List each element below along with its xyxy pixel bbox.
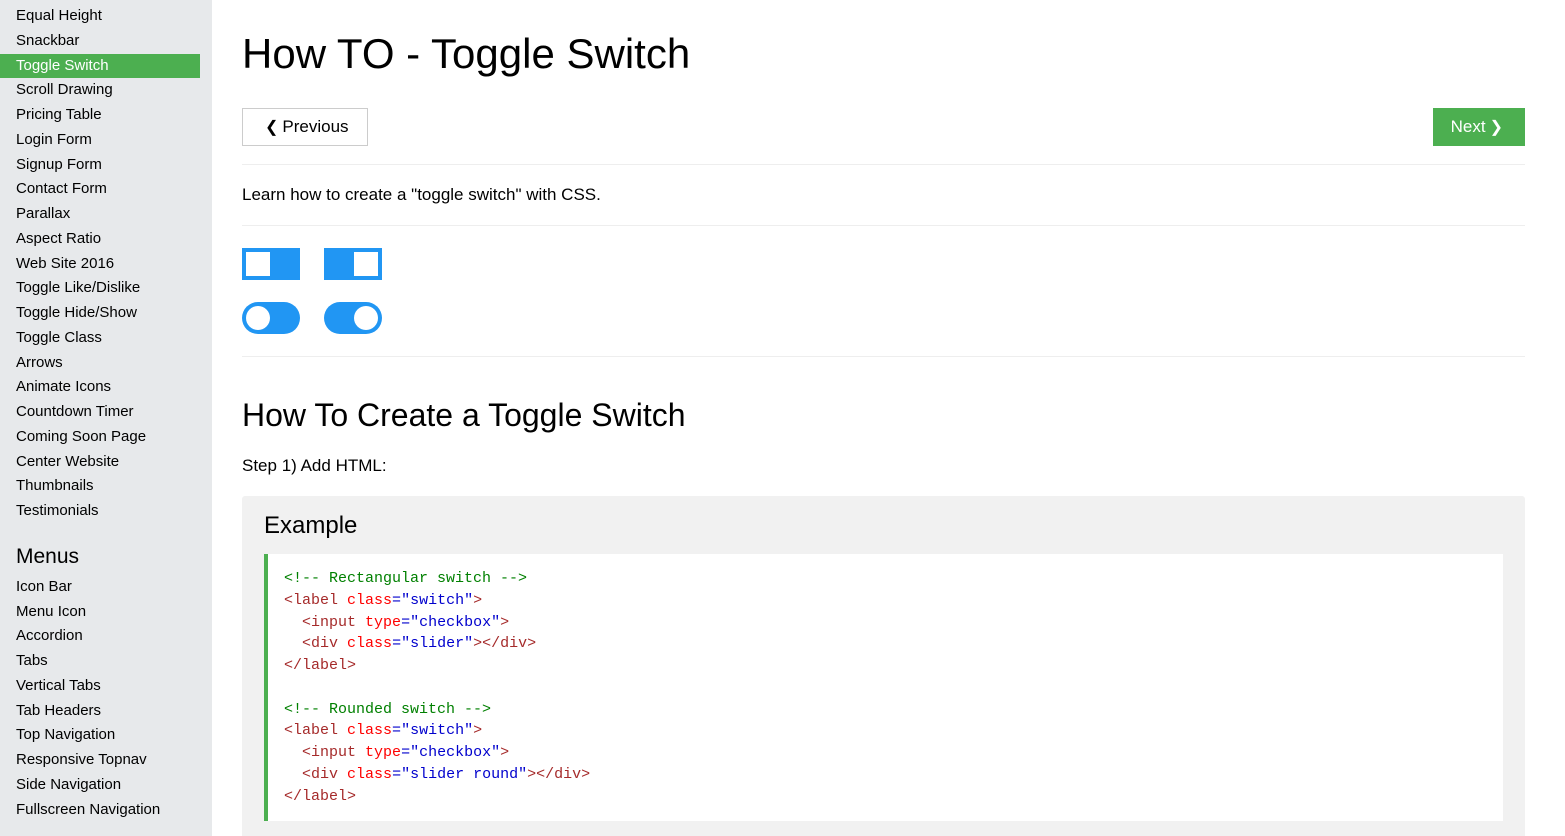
sidebar-item[interactable]: Toggle Class [0,326,212,351]
chevron-right-icon: ❯ [1486,117,1507,137]
sidebar-item[interactable]: Web Site 2016 [0,252,212,277]
separator [242,164,1525,165]
sidebar-item[interactable]: Toggle Hide/Show [0,301,212,326]
sidebar-item[interactable]: Center Website [0,450,212,475]
sidebar-item[interactable]: Fullscreen Navigation [0,798,212,823]
slider [242,302,300,334]
sidebar-item[interactable]: Signup Form [0,153,212,178]
toggle-switch-square-off[interactable] [242,248,300,280]
sidebar-item[interactable]: Tab Headers [0,699,212,724]
separator [242,225,1525,226]
next-button[interactable]: Next ❯ [1433,108,1525,146]
nav-buttons: ❮ Previous Next ❯ [242,108,1525,146]
sidebar-item[interactable]: Testimonials [0,499,212,524]
sidebar-item[interactable]: Top Navigation [0,723,212,748]
sidebar-item[interactable]: Parallax [0,202,212,227]
sidebar-item[interactable]: Snackbar [0,29,212,54]
slider [242,248,300,280]
sidebar-item[interactable]: Vertical Tabs [0,674,212,699]
sidebar-item-toggle-switch[interactable]: Toggle Switch [0,54,200,79]
sidebar-item[interactable]: Responsive Topnav [0,748,212,773]
square-switch-row [242,248,1525,280]
sidebar-item[interactable]: Animate Icons [0,375,212,400]
sidebar-item[interactable]: Pricing Table [0,103,212,128]
sidebar-item[interactable]: Login Form [0,128,212,153]
round-switch-row [242,302,1525,334]
sidebar-item[interactable]: Aspect Ratio [0,227,212,252]
main-content: How TO - Toggle Switch ❮ Previous Next ❯… [212,0,1565,836]
intro-text: Learn how to create a "toggle switch" wi… [242,185,1525,205]
sidebar-item[interactable]: Tabs [0,649,212,674]
sidebar-item[interactable]: Icon Bar [0,575,212,600]
sidebar-item[interactable]: Accordion [0,624,212,649]
page-title: How TO - Toggle Switch [242,30,1525,78]
example-box: Example <!-- Rectangular switch --> <lab… [242,496,1525,836]
section-title: How To Create a Toggle Switch [242,397,1525,434]
slider [324,302,382,334]
sidebar-item[interactable]: Toggle Like/Dislike [0,276,212,301]
sidebar-item[interactable]: Scroll Drawing [0,78,212,103]
toggle-switch-round-off[interactable] [242,302,300,334]
code-comment: <!-- Rectangular switch --> [284,570,527,587]
code-comment: <!-- Rounded switch --> [284,701,491,718]
toggle-switch-square-on[interactable] [324,248,382,280]
sidebar-item[interactable]: Equal Height [0,4,212,29]
sidebar-item[interactable]: Contact Form [0,177,212,202]
sidebar-item[interactable]: Countdown Timer [0,400,212,425]
sidebar-item[interactable]: Side Navigation [0,773,212,798]
previous-button[interactable]: ❮ Previous [242,108,368,146]
previous-label: Previous [282,117,348,137]
example-title: Example [264,512,1503,540]
separator [242,356,1525,357]
step-label: Step 1) Add HTML: [242,456,1525,476]
code-block: <!-- Rectangular switch --> <label class… [264,554,1503,821]
sidebar-item[interactable]: Menu Icon [0,600,212,625]
chevron-left-icon: ❮ [261,117,282,137]
sidebar-item[interactable]: Arrows [0,351,212,376]
toggle-switch-round-on[interactable] [324,302,382,334]
sidebar-item[interactable]: Coming Soon Page [0,425,212,450]
sidebar-heading-menus: Menus [0,524,212,575]
next-label: Next [1451,117,1486,137]
slider [324,248,382,280]
sidebar[interactable]: Equal Height Snackbar Toggle Switch Scro… [0,0,212,836]
sidebar-item[interactable]: Thumbnails [0,474,212,499]
